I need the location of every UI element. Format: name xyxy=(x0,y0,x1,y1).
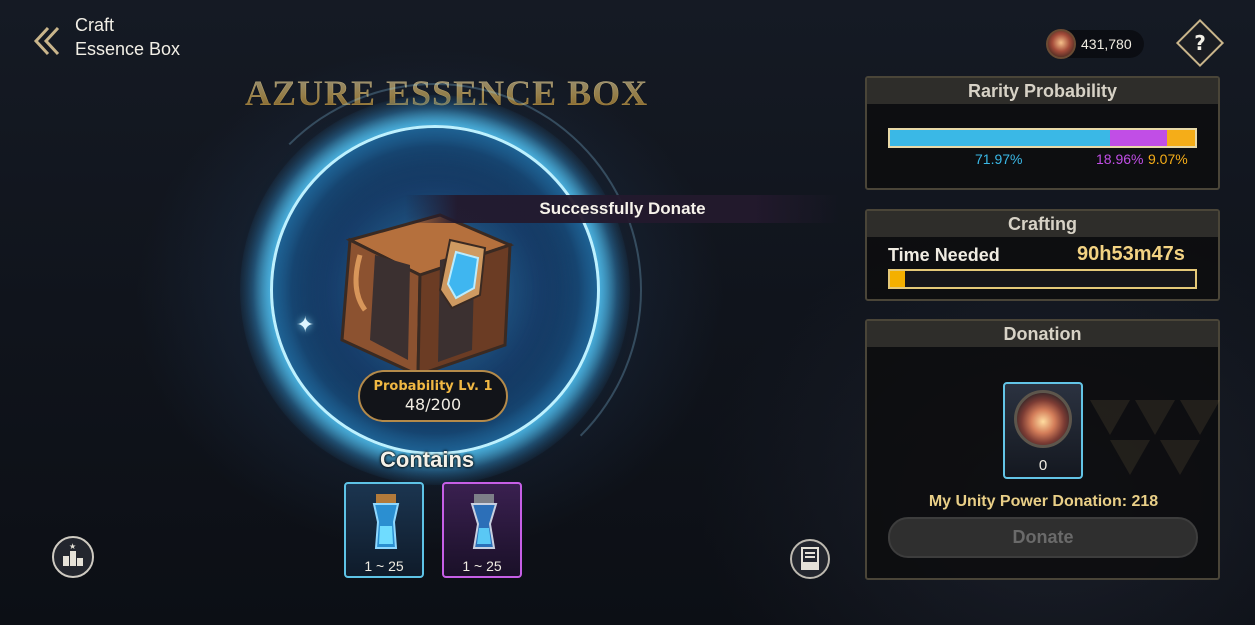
svg-text:★: ★ xyxy=(69,542,76,551)
ranking-icon: ★ xyxy=(63,542,83,566)
log-icon xyxy=(801,547,819,570)
donation-panel-title: Donation xyxy=(867,321,1218,347)
contained-item[interactable]: 1 ~ 25 xyxy=(344,482,424,578)
probability-badge: Probability Lv. 1 48/200 xyxy=(358,370,508,422)
probability-progress: 48/200 xyxy=(404,395,462,414)
crafting-panel-title: Crafting xyxy=(867,211,1218,237)
contained-item[interactable]: 1 ~ 25 xyxy=(442,482,522,578)
rarity-pct-epic: 18.96% xyxy=(1096,151,1144,167)
breadcrumb-current: Essence Box xyxy=(75,39,181,59)
rarity-panel-title: Rarity Probability xyxy=(867,78,1218,104)
breadcrumb-parent[interactable]: Craft xyxy=(75,15,114,36)
toast-message: Successfully Donate xyxy=(405,195,840,223)
item-range: 1 ~ 25 xyxy=(364,558,404,574)
essence-box-chest xyxy=(340,213,515,378)
item-range: 1 ~ 25 xyxy=(462,558,502,574)
unity-donation-text: My Unity Power Donation: 218 xyxy=(928,493,1159,510)
currency-display: 431,780 xyxy=(1046,29,1144,59)
unity-orb-icon xyxy=(1014,390,1072,448)
sparkle-icon: ✦ xyxy=(296,313,315,338)
donate-button[interactable]: Donate xyxy=(888,517,1198,558)
crafting-progress-bar xyxy=(888,269,1197,289)
time-needed-label: Time Needed xyxy=(888,245,1000,265)
rarity-bar-segment xyxy=(890,130,1110,146)
unity-orb-icon xyxy=(1046,29,1076,59)
back-button[interactable] xyxy=(30,24,66,58)
rarity-bar-segment xyxy=(1109,130,1168,146)
essence-vial-icon xyxy=(470,494,498,549)
time-needed-value: 90h53m47s xyxy=(1077,243,1185,265)
probability-level: Probability Lv. 1 xyxy=(373,379,493,394)
essence-vial-icon xyxy=(372,494,400,549)
rarity-bar xyxy=(888,128,1197,148)
donation-item-count: 0 xyxy=(1038,457,1048,474)
help-icon: ? xyxy=(1194,31,1206,55)
crafting-progress-fill xyxy=(890,271,906,287)
ranking-button[interactable]: ★ xyxy=(52,536,94,578)
donation-item-slot[interactable]: 0 xyxy=(1003,382,1083,479)
rarity-pct-common: 71.97% xyxy=(975,151,1023,167)
contains-label: Contains xyxy=(380,447,475,472)
chevron-left-icon xyxy=(33,26,60,56)
log-button[interactable] xyxy=(790,539,830,579)
rarity-pct-legendary: 9.07% xyxy=(1148,151,1188,167)
currency-value: 431,780 xyxy=(1081,36,1132,52)
rarity-bar-segment xyxy=(1167,130,1195,146)
